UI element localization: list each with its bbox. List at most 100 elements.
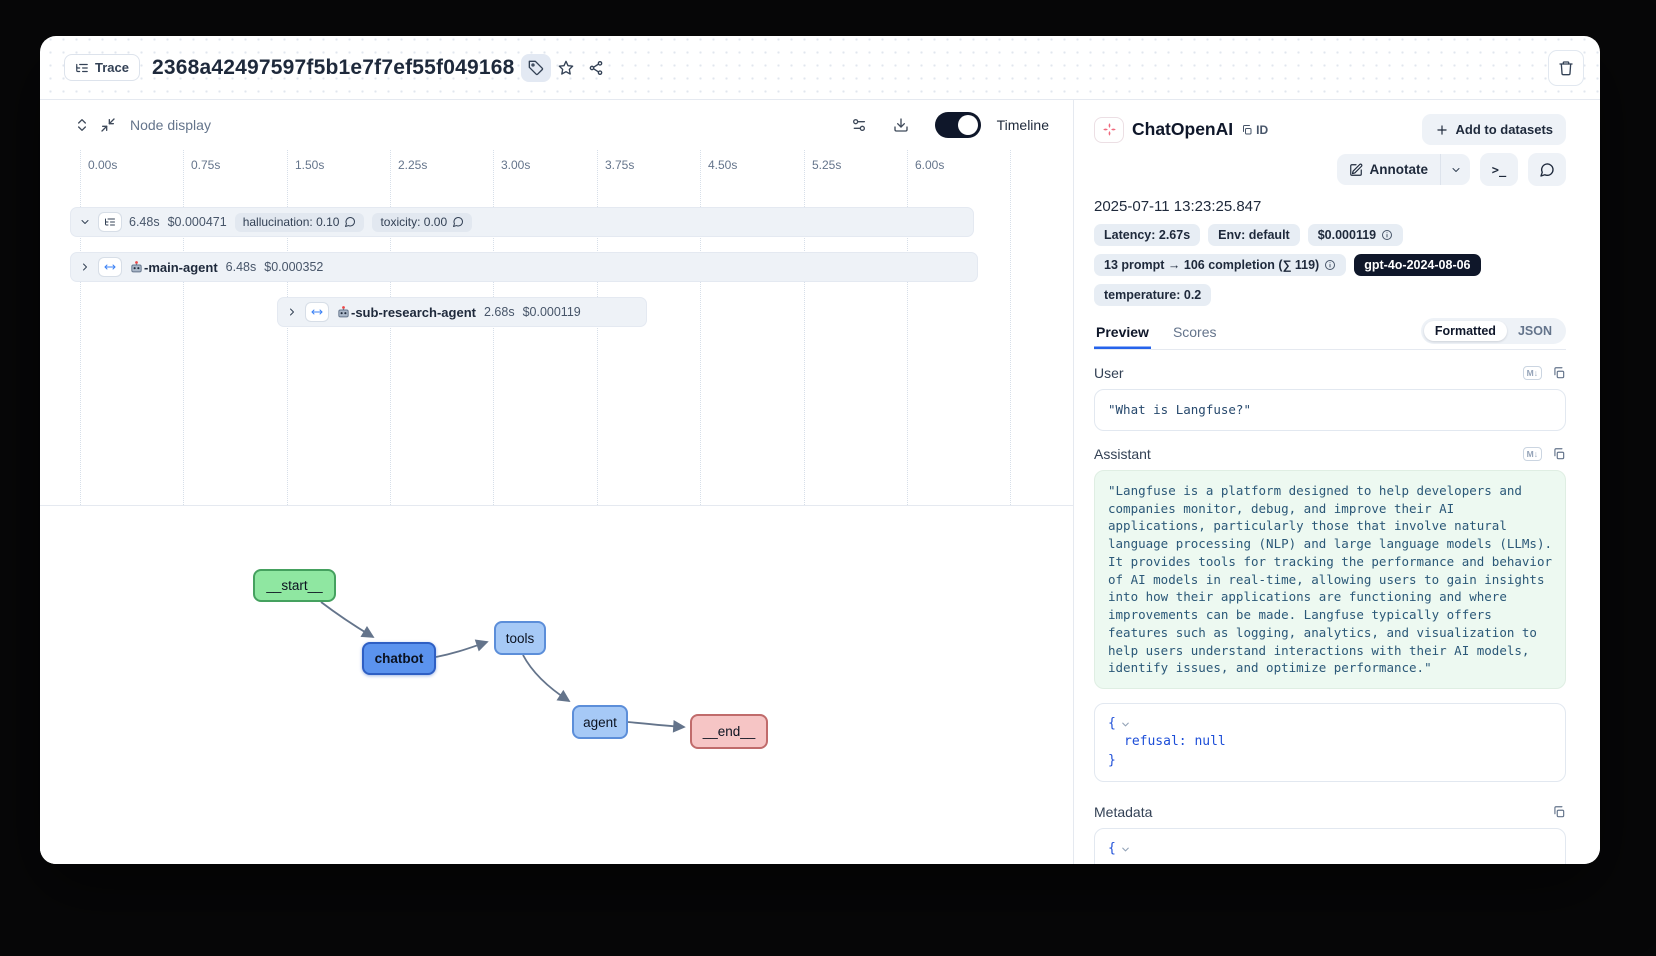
graph-node-end[interactable]: __end__: [690, 714, 768, 749]
sparkle-flower-icon: [1102, 122, 1117, 137]
time-tick: [1010, 150, 1018, 505]
expand-all-button[interactable]: [74, 117, 90, 133]
format-toggle-formatted[interactable]: Formatted: [1424, 321, 1507, 341]
share-button[interactable]: [581, 54, 611, 82]
time-tick: 3.00s: [493, 150, 530, 505]
chevron-right-icon[interactable]: [79, 261, 91, 273]
generation-icon-pill: [1094, 117, 1124, 143]
chevron-down-icon[interactable]: [79, 216, 91, 228]
delete-trace-button[interactable]: [1548, 50, 1584, 86]
tree-icon: [104, 216, 116, 228]
trace-window: Trace 2368a42497597f5b1e7f7ef55f049168: [40, 36, 1600, 864]
time-tick: 3.75s: [597, 150, 634, 505]
tab-preview[interactable]: Preview: [1094, 324, 1151, 349]
trace-id: 2368a42497597f5b1e7f7ef55f049168: [152, 56, 515, 80]
observation-title-row: ChatOpenAI ID Add to datasets: [1094, 114, 1566, 145]
timeline-toggle-label: Timeline: [997, 117, 1049, 133]
latency-badge: Latency: 2.67s: [1094, 224, 1200, 246]
time-tick: 0.75s: [183, 150, 220, 505]
trace-badge-label: Trace: [95, 60, 129, 75]
completion-json-box: { refusal: null }: [1094, 703, 1566, 782]
sliders-icon: [851, 117, 867, 133]
chevron-down-icon: [1450, 164, 1462, 176]
copy-icon[interactable]: [1552, 366, 1566, 380]
timeline-toolbar: Node display Timeline: [40, 100, 1073, 150]
env-badge: Env: default: [1208, 224, 1300, 246]
annotate-button-group: Annotate: [1337, 154, 1471, 185]
observation-actions: Annotate >_: [1094, 153, 1566, 186]
time-tick: 2.25s: [390, 150, 427, 505]
graph-node-chatbot[interactable]: chatbot: [362, 642, 436, 675]
add-to-datasets-button[interactable]: Add to datasets: [1422, 114, 1566, 145]
metadata-json-box: {: [1094, 828, 1566, 864]
observation-badges: Latency: 2.67s Env: default $0.000119 13…: [1094, 224, 1524, 306]
graph-node-agent[interactable]: agent: [572, 705, 628, 739]
annotate-button[interactable]: Annotate: [1337, 154, 1441, 185]
trace-tree-icon: [75, 61, 89, 75]
time-tick: 4.50s: [700, 150, 737, 505]
display-settings-button[interactable]: [851, 117, 867, 133]
chat-bubble-icon: [1539, 162, 1555, 178]
move-horizontal-icon: [104, 261, 116, 273]
assistant-message-box: "Langfuse is a platform designed to help…: [1094, 470, 1566, 689]
tab-scores[interactable]: Scores: [1171, 324, 1219, 349]
score-badge-toxicity[interactable]: toxicity: 0.00: [372, 213, 472, 232]
trace-main: Node display Timeline 0.00s 0.75s 1.50s …: [40, 100, 1600, 864]
move-horizontal-icon: [311, 306, 323, 318]
star-button[interactable]: [551, 54, 581, 82]
trace-header: Trace 2368a42497597f5b1e7f7ef55f049168: [40, 36, 1600, 100]
score-badge-hallucination[interactable]: hallucination: 0.10: [235, 213, 365, 232]
robot-icon: [129, 260, 144, 275]
timeline-pane: Node display Timeline 0.00s 0.75s 1.50s …: [40, 100, 1074, 864]
span-type-icon: [99, 258, 121, 276]
tokens-badge: 13 prompt → 106 completion (∑ 119): [1094, 254, 1346, 276]
trace-row-root[interactable]: 6.48s $0.000471 hallucination: 0.10 toxi…: [70, 207, 974, 237]
observation-timestamp: 2025-07-11 13:23:25.847: [1094, 198, 1566, 215]
time-tick: 1.50s: [287, 150, 324, 505]
toolbar-right: Timeline: [851, 112, 1049, 138]
timeline-toggle[interactable]: [935, 112, 981, 138]
playground-button[interactable]: >_: [1480, 153, 1518, 186]
row-name: -main-agent: [129, 260, 218, 275]
observation-panel: ChatOpenAI ID Add to datasets Annotate: [1074, 100, 1600, 864]
copy-id-chip[interactable]: ID: [1241, 123, 1268, 137]
graph-node-start[interactable]: __start__: [253, 569, 336, 602]
download-button[interactable]: [893, 117, 909, 133]
graph-node-tools[interactable]: tools: [494, 621, 546, 655]
toggle-knob: [958, 115, 978, 135]
cost-badge: $0.000119: [1308, 224, 1403, 246]
metadata-heading: Metadata: [1094, 804, 1152, 820]
refusal-line: refusal: null: [1108, 733, 1552, 751]
format-toggle-json[interactable]: JSON: [1507, 321, 1563, 341]
trash-icon: [1558, 60, 1574, 76]
trace-row-sub-research-agent[interactable]: -sub-research-agent 2.68s $0.000119: [277, 297, 647, 327]
tag-button[interactable]: [521, 54, 551, 82]
edit-icon: [1349, 163, 1363, 177]
copy-icon[interactable]: [1552, 447, 1566, 461]
robot-icon: [336, 305, 351, 320]
time-tick: 0.00s: [80, 150, 117, 505]
format-toggle: Formatted JSON: [1421, 318, 1566, 344]
collapse-caret-icon[interactable]: [1120, 844, 1131, 855]
annotate-dropdown-button[interactable]: [1440, 154, 1470, 185]
trace-row-main-agent[interactable]: -main-agent 6.48s $0.000352: [70, 252, 978, 282]
comments-button[interactable]: [1528, 153, 1566, 186]
metadata-section-header: Metadata: [1094, 804, 1566, 820]
temperature-badge: temperature: 0.2: [1094, 284, 1211, 306]
markdown-toggle-icon[interactable]: M↓: [1523, 366, 1542, 380]
span-type-icon: [306, 303, 328, 321]
trace-row-icon: [99, 213, 121, 231]
markdown-toggle-icon[interactable]: M↓: [1523, 447, 1542, 461]
model-badge[interactable]: gpt-4o-2024-08-06: [1354, 254, 1480, 276]
collapse-all-button[interactable]: [100, 117, 116, 133]
chevron-right-icon[interactable]: [286, 306, 298, 318]
collapse-caret-icon[interactable]: [1120, 719, 1131, 730]
copy-icon[interactable]: [1552, 805, 1566, 819]
observation-name: ChatOpenAI: [1132, 119, 1233, 140]
assistant-section-header: Assistant M↓: [1094, 446, 1566, 462]
row-cost: $0.000471: [168, 215, 227, 229]
agent-graph: __start__ chatbot tools agent __end__: [40, 505, 1073, 864]
comment-icon: [344, 216, 356, 228]
row-cost: $0.000352: [264, 260, 323, 274]
node-display-label: Node display: [130, 117, 211, 133]
